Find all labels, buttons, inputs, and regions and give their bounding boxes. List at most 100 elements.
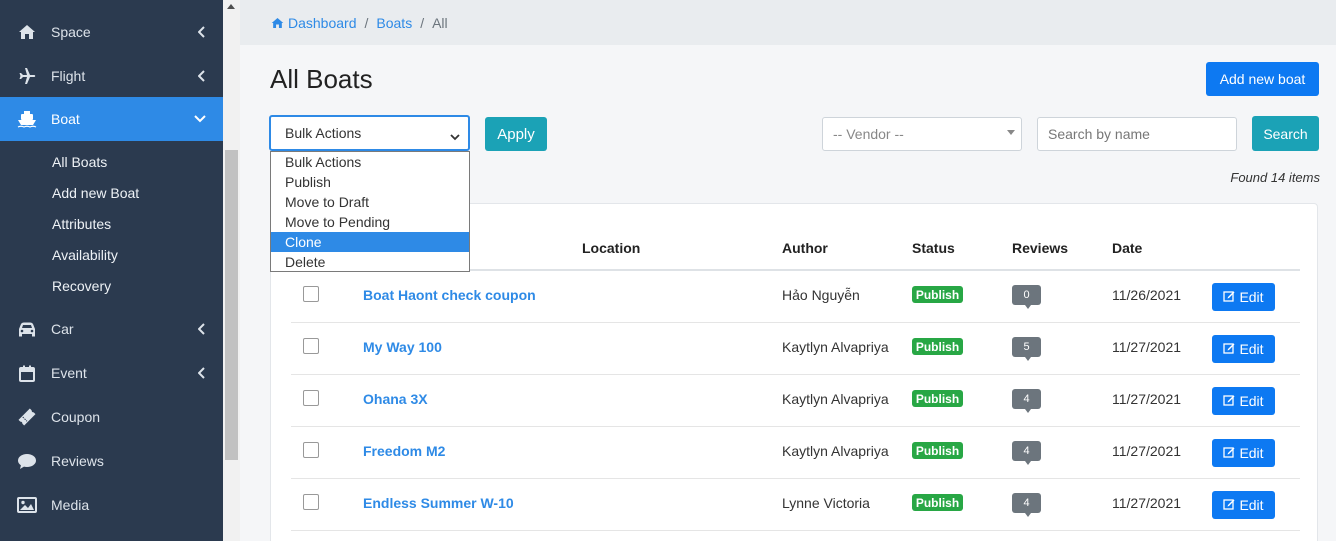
submenu-all-boats[interactable]: All Boats — [52, 154, 107, 170]
sidebar-item-label: Reviews — [51, 453, 104, 469]
home-icon — [271, 17, 284, 29]
chevron-down-icon — [193, 112, 207, 126]
sidebar-item-label: Event — [51, 365, 87, 381]
status-badge: Publish — [912, 494, 963, 511]
column-header-date[interactable]: Date — [1112, 240, 1142, 256]
row-divider — [291, 530, 1300, 531]
add-new-boat-button[interactable]: Add new boat — [1206, 62, 1319, 96]
review-count-badge: 4 — [1012, 389, 1041, 413]
breadcrumb: Dashboard / Boats / All — [271, 15, 448, 31]
sidebar-item-reviews[interactable]: Reviews — [0, 439, 223, 483]
edit-label: Edit — [1239, 289, 1264, 305]
ship-icon — [17, 109, 37, 129]
search-button[interactable]: Search — [1252, 116, 1319, 151]
boat-title-link[interactable]: Ohana 3X — [363, 391, 428, 407]
sidebar-item-label: Flight — [51, 68, 86, 84]
submenu-availability[interactable]: Availability — [52, 247, 118, 263]
column-header-location[interactable]: Location — [582, 240, 640, 256]
bulk-option-bulk-actions[interactable]: Bulk Actions — [271, 152, 469, 172]
sidebar-item-event[interactable]: Event — [0, 351, 223, 395]
chevron-left-icon — [197, 69, 207, 83]
chevron-left-icon — [197, 322, 207, 336]
boat-title-link[interactable]: Endless Summer W-10 — [363, 495, 514, 511]
row-divider — [291, 374, 1300, 375]
row-checkbox[interactable] — [303, 494, 319, 510]
edit-button[interactable]: Edit — [1212, 491, 1275, 519]
status-badge: Publish — [912, 286, 963, 303]
sidebar-item-boat[interactable]: Boat — [0, 97, 223, 141]
row-date: 11/26/2021 — [1112, 287, 1182, 303]
breadcrumb-dashboard[interactable]: Dashboard — [288, 15, 357, 31]
boat-title-link[interactable]: My Way 100 — [363, 339, 442, 355]
breadcrumb-boats[interactable]: Boats — [376, 15, 412, 31]
edit-label: Edit — [1239, 445, 1264, 461]
sidebar-item-car[interactable]: Car — [0, 307, 223, 351]
row-date: 11/27/2021 — [1112, 495, 1182, 511]
breadcrumb-bar: Dashboard / Boats / All — [240, 0, 1336, 45]
edit-icon — [1223, 497, 1235, 513]
bulk-option-delete[interactable]: Delete — [271, 252, 469, 272]
bulk-option-move-to-pending[interactable]: Move to Pending — [271, 212, 469, 232]
review-count-badge: 5 — [1012, 337, 1041, 361]
row-checkbox[interactable] — [303, 286, 319, 302]
row-divider — [291, 426, 1300, 427]
sidebar: Space Flight Boat All Boats Add new Boat… — [0, 0, 223, 541]
row-author: Hảo Nguyễn — [782, 287, 860, 303]
row-date: 11/27/2021 — [1112, 443, 1182, 459]
edit-button[interactable]: Edit — [1212, 387, 1275, 415]
apply-button[interactable]: Apply — [485, 117, 547, 151]
home-icon — [17, 22, 37, 42]
chevron-left-icon — [197, 366, 207, 380]
review-count-badge: 4 — [1012, 493, 1041, 517]
edit-button[interactable]: Edit — [1212, 439, 1275, 467]
sidebar-item-flight[interactable]: Flight — [0, 54, 223, 98]
column-header-reviews[interactable]: Reviews — [1012, 240, 1068, 256]
chevron-left-icon — [197, 25, 207, 39]
bulk-actions-dropdown: Bulk Actions Publish Move to Draft Move … — [270, 151, 470, 272]
row-author: Kaytlyn Alvapriya — [782, 339, 889, 355]
row-divider — [291, 478, 1300, 479]
submenu-add-new-boat[interactable]: Add new Boat — [52, 185, 139, 201]
bulk-actions-select[interactable]: Bulk Actions — [269, 115, 470, 151]
plane-icon — [17, 66, 37, 86]
status-badge: Publish — [912, 390, 963, 407]
edit-icon — [1223, 341, 1235, 357]
sidebar-item-label: Media — [51, 497, 90, 513]
car-icon — [17, 319, 37, 339]
bulk-option-move-to-draft[interactable]: Move to Draft — [271, 192, 469, 212]
edit-button[interactable]: Edit — [1212, 283, 1275, 311]
edit-label: Edit — [1239, 497, 1264, 513]
edit-label: Edit — [1239, 393, 1264, 409]
column-header-status[interactable]: Status — [912, 240, 955, 256]
sidebar-item-label: Boat — [51, 111, 80, 127]
boat-title-link[interactable]: Boat Haont check coupon — [363, 287, 536, 303]
column-header-author[interactable]: Author — [782, 240, 828, 256]
sidebar-item-media[interactable]: Media — [0, 483, 223, 527]
scroll-up-arrow-icon[interactable] — [227, 4, 235, 9]
row-date: 11/27/2021 — [1112, 339, 1182, 355]
calendar-icon — [17, 363, 37, 383]
row-checkbox[interactable] — [303, 442, 319, 458]
scroll-thumb[interactable] — [225, 150, 238, 460]
edit-button[interactable]: Edit — [1212, 335, 1275, 363]
sidebar-scrollbar[interactable] — [223, 0, 240, 541]
sidebar-item-coupon[interactable]: Coupon — [0, 395, 223, 439]
comment-icon — [17, 451, 37, 471]
page-title: All Boats — [270, 64, 373, 94]
row-checkbox[interactable] — [303, 390, 319, 406]
row-checkbox[interactable] — [303, 338, 319, 354]
row-date: 11/27/2021 — [1112, 391, 1182, 407]
search-input[interactable] — [1037, 117, 1237, 151]
vendor-select[interactable]: -- Vendor -- — [822, 117, 1022, 151]
sidebar-item-space[interactable]: Space — [0, 10, 223, 54]
submenu-recovery[interactable]: Recovery — [52, 278, 111, 294]
breadcrumb-separator: / — [364, 15, 369, 31]
main-content: Dashboard / Boats / All All Boats Add ne… — [240, 0, 1336, 541]
edit-icon — [1223, 289, 1235, 305]
bulk-option-clone[interactable]: Clone — [271, 232, 469, 252]
row-author: Lynne Victoria — [782, 495, 870, 511]
bulk-option-publish[interactable]: Publish — [271, 172, 469, 192]
boat-title-link[interactable]: Freedom M2 — [363, 443, 445, 459]
row-author: Kaytlyn Alvapriya — [782, 391, 889, 407]
submenu-attributes[interactable]: Attributes — [52, 216, 111, 232]
